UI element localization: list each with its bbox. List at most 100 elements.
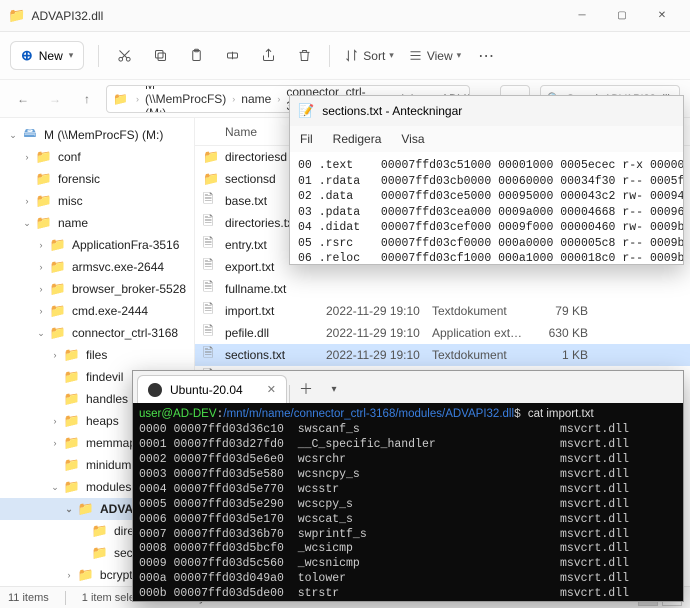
more-button[interactable]: ⋯	[475, 45, 497, 67]
tree-item[interactable]: ›📁ApplicationFra-3516	[0, 234, 194, 256]
view-button[interactable]: View ▾	[408, 48, 461, 63]
notepad-icon: 📝	[298, 103, 314, 119]
notepad-menu-item[interactable]: Visa	[401, 132, 424, 146]
folder-icon: 📁	[64, 457, 80, 473]
chevron-right-icon[interactable]: ›	[34, 284, 48, 294]
chevron-down-icon[interactable]: ⌄	[20, 218, 34, 229]
file-size: 630 KB	[538, 326, 588, 340]
file-name: fullname.txt	[225, 282, 320, 296]
tree-item-label: ApplicationFra-3516	[72, 238, 179, 252]
tree-item[interactable]: ⌄📁connector_ctrl-3168	[0, 322, 194, 344]
folder-icon: 📁	[64, 391, 80, 407]
tree-item[interactable]: ⌄🖴M (\\MemProcFS) (M:)	[0, 124, 194, 146]
file-icon: 🗎	[203, 322, 219, 344]
tree-item[interactable]: ›📁browser_broker-5528	[0, 278, 194, 300]
terminal-tab[interactable]: Ubuntu-20.04 ✕	[137, 375, 287, 403]
maximize-button[interactable]: ▢	[602, 1, 642, 31]
tree-item[interactable]: ›📁 files	[0, 344, 194, 366]
tree-item[interactable]: ›📁cmd.exe-2444	[0, 300, 194, 322]
notepad-menu-item[interactable]: Fil	[300, 132, 313, 146]
file-row[interactable]: 🗎pefile.dll2022-11-29 19:10Application e…	[195, 322, 690, 344]
close-tab-icon[interactable]: ✕	[267, 383, 276, 396]
tree-item[interactable]: 📁forensic	[0, 168, 194, 190]
chevron-right-icon[interactable]: ›	[20, 152, 34, 162]
tree-item[interactable]: ›📁 conf	[0, 146, 194, 168]
notepad-window: 📝 sections.txt - Anteckningar Fil Rediger…	[289, 95, 684, 265]
separator	[65, 591, 66, 605]
breadcrumb-item[interactable]: name	[241, 92, 271, 106]
tree-item-label: heaps	[86, 414, 119, 428]
tree-item[interactable]: ›📁armsvc.exe-2644	[0, 256, 194, 278]
file-name: pefile.dll	[225, 326, 320, 340]
window-title: ADVAPI32.dll	[31, 9, 562, 23]
file-name: import.txt	[225, 304, 320, 318]
separator	[329, 45, 330, 67]
sort-button[interactable]: Sort ▾	[344, 48, 394, 63]
paste-button[interactable]	[185, 45, 207, 67]
folder-icon: 📁	[203, 171, 219, 187]
tree-item-label: minidump	[86, 458, 138, 472]
file-row[interactable]: 🗎import.txt2022-11-29 19:10Textdokument7…	[195, 300, 690, 322]
breadcrumb-item[interactable]: M (\\MemProcFS) (M:)	[145, 85, 226, 113]
tree-item[interactable]: ›📁misc	[0, 190, 194, 212]
chevron-right-icon[interactable]: ›	[48, 416, 62, 426]
view-label: View	[427, 49, 453, 63]
chevron-right-icon[interactable]: ›	[62, 570, 76, 580]
file-date: 2022-11-29 19:10	[326, 304, 426, 318]
chevron-right-icon[interactable]: ›	[20, 196, 34, 206]
copy-button[interactable]	[149, 45, 171, 67]
chevron-down-icon: ▾	[69, 50, 74, 61]
chevron-right-icon[interactable]: ›	[34, 240, 48, 250]
file-type: Textdokument	[432, 348, 532, 362]
terminal-output[interactable]: user@AD-DEV:/mnt/m/name/connector_ctrl-3…	[133, 403, 683, 601]
file-type: Textdokument	[432, 304, 532, 318]
folder-icon: 📁	[92, 523, 108, 539]
sort-label: Sort	[363, 49, 385, 63]
chevron-right-icon: ›	[277, 94, 280, 104]
rename-button[interactable]	[221, 45, 243, 67]
tab-dropdown-button[interactable]: ▾	[320, 375, 348, 403]
folder-icon: 📁	[50, 325, 66, 341]
notepad-titlebar[interactable]: 📝 sections.txt - Anteckningar	[290, 96, 683, 126]
notepad-content: 00 .text 00007ffd03c51000 00001000 0005e…	[290, 152, 683, 264]
cut-button[interactable]	[113, 45, 135, 67]
folder-icon: 📁	[50, 303, 66, 319]
close-button[interactable]: ✕	[642, 1, 682, 31]
new-tab-button[interactable]: ＋	[292, 375, 320, 403]
tux-icon	[148, 383, 162, 397]
file-icon: 🗎	[203, 234, 219, 256]
chevron-right-icon[interactable]: ›	[48, 438, 62, 448]
tree-item-label: files	[86, 348, 107, 362]
back-button[interactable]: ←	[10, 86, 36, 112]
tree-item-label: conf	[58, 150, 81, 164]
folder-icon: 📁	[64, 435, 80, 451]
folder-icon: 📁	[203, 149, 219, 165]
share-button[interactable]	[257, 45, 279, 67]
chevron-right-icon[interactable]: ›	[48, 350, 62, 360]
chevron-down-icon: ▾	[457, 50, 462, 61]
chevron-down-icon[interactable]: ⌄	[6, 130, 20, 141]
notepad-menu-item[interactable]: Redigera	[333, 132, 382, 146]
chevron-right-icon[interactable]: ›	[34, 306, 48, 316]
folder-icon: 📁	[64, 347, 80, 363]
chevron-down-icon[interactable]: ⌄	[48, 482, 62, 493]
folder-icon: 📁	[36, 149, 52, 165]
up-button[interactable]: ↑	[74, 86, 100, 112]
file-icon: 🗎	[203, 300, 219, 322]
minimize-button[interactable]: ─	[562, 1, 602, 31]
tree-item-label: findevil	[86, 370, 123, 384]
tree-item-label: armsvc.exe-2644	[72, 260, 164, 274]
chevron-down-icon[interactable]: ⌄	[62, 504, 76, 515]
new-button[interactable]: ⊕ New ▾	[10, 41, 84, 70]
delete-button[interactable]	[293, 45, 315, 67]
folder-icon: 📁	[113, 92, 128, 106]
file-row[interactable]: 🗎sections.txt2022-11-29 19:10Textdokumen…	[195, 344, 690, 366]
file-row[interactable]: 🗎fullname.txt	[195, 278, 690, 300]
forward-button[interactable]: →	[42, 86, 68, 112]
chevron-right-icon[interactable]: ›	[34, 262, 48, 272]
notepad-menu: Fil Redigera Visa	[290, 126, 683, 152]
chevron-down-icon[interactable]: ⌄	[34, 328, 48, 339]
folder-icon: 📁	[78, 501, 94, 517]
tree-item[interactable]: ⌄📁name	[0, 212, 194, 234]
drive-icon: 🖴	[22, 124, 38, 146]
